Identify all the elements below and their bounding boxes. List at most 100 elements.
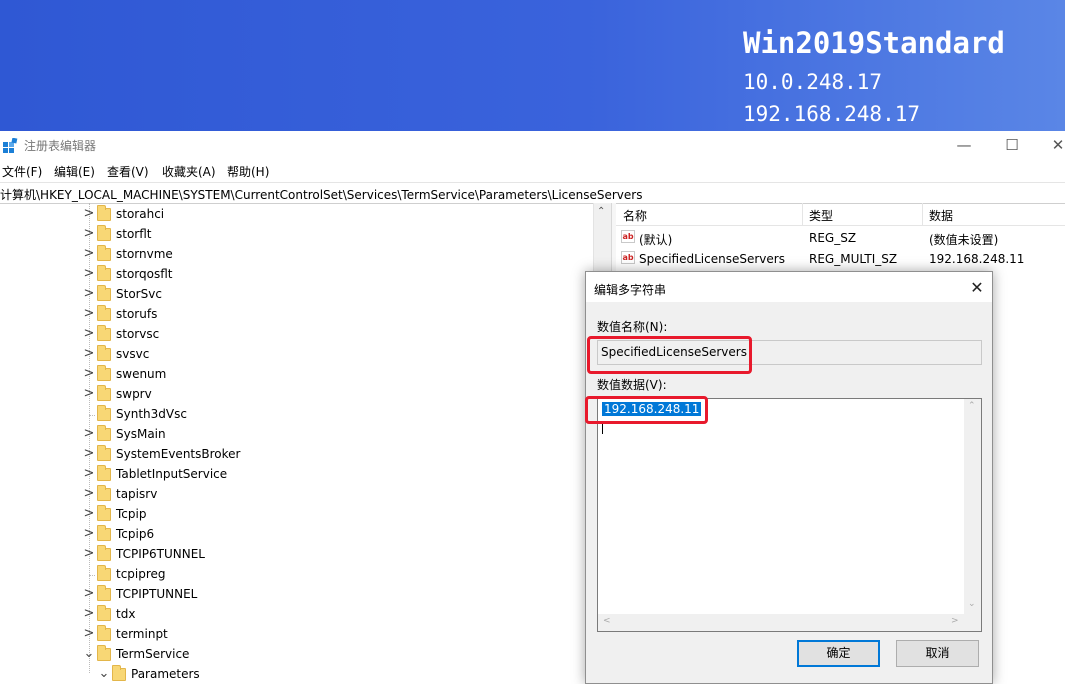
tree-item-label: storvsc <box>116 327 160 341</box>
chevron-down-icon[interactable]: ⌄ <box>98 667 110 681</box>
menu-edit[interactable]: 编辑(E) <box>54 163 95 180</box>
ok-button[interactable]: 确定 <box>797 640 880 667</box>
folder-icon <box>97 425 111 441</box>
folder-icon <box>97 285 111 301</box>
chevron-right-icon[interactable]: > <box>83 267 95 281</box>
textarea-horizontal-scrollbar[interactable]: < > <box>598 614 964 631</box>
folder-icon <box>97 245 111 261</box>
cancel-button[interactable]: 取消 <box>896 640 979 667</box>
menu-favorites[interactable]: 收藏夹(A) <box>162 163 216 180</box>
value-row-specifiedlicenseservers[interactable]: ab SpecifiedLicenseServers REG_MULTI_SZ … <box>616 248 1065 269</box>
highlight-box-value-name <box>587 336 752 374</box>
tree-item-label: SysMain <box>116 427 166 441</box>
highlight-box-value-data <box>585 396 708 424</box>
tree-item-label: terminpt <box>116 627 168 641</box>
chevron-right-icon[interactable]: > <box>83 547 95 561</box>
value-type: REG_SZ <box>809 231 857 245</box>
chevron-right-icon[interactable]: > <box>83 607 95 621</box>
chevron-right-icon[interactable]: > <box>83 527 95 541</box>
chevron-right-icon[interactable]: > <box>83 587 95 601</box>
menu-view[interactable]: 查看(V) <box>107 163 149 180</box>
folder-icon <box>97 365 111 381</box>
value-data-textarea[interactable]: 192.168.248.11 ⌃ ⌄ < > <box>597 398 982 632</box>
tree-item-label: SystemEventsBroker <box>116 447 241 461</box>
scroll-down-icon[interactable]: ⌄ <box>968 599 976 609</box>
value-data-label: 数值数据(V): <box>597 378 667 392</box>
tree-item-label: swprv <box>116 387 152 401</box>
chevron-right-icon[interactable]: > <box>83 427 95 441</box>
tree-item-label: storqosflt <box>116 267 173 281</box>
menu-help[interactable]: 帮助(H) <box>227 163 269 180</box>
desktop-background: Win2019Standard 10.0.248.17 192.168.248.… <box>0 0 1065 131</box>
column-type-header[interactable]: 类型 <box>809 207 833 224</box>
chevron-right-icon[interactable]: > <box>83 247 95 261</box>
bginfo-ip-secondary: 192.168.248.17 <box>743 102 921 126</box>
chevron-right-icon[interactable]: > <box>83 207 95 221</box>
value-name: (默认) <box>639 233 673 247</box>
bginfo-hostname: Win2019Standard <box>743 26 1005 60</box>
column-name-header[interactable]: 名称 <box>623 207 647 224</box>
tree-item-label: tcpipreg <box>116 567 166 581</box>
address-bar[interactable]: 计算机\HKEY_LOCAL_MACHINE\SYSTEM\CurrentCon… <box>0 182 1065 204</box>
chevron-right-icon[interactable]: > <box>83 367 95 381</box>
tree-item-label: StorSvc <box>116 287 162 301</box>
folder-icon <box>97 625 111 641</box>
folder-icon <box>97 205 111 221</box>
tree-item-label: storflt <box>116 227 152 241</box>
title-bar[interactable]: 注册表编辑器 — ☐ ✕ <box>0 131 1065 159</box>
column-separator[interactable] <box>922 203 923 225</box>
textarea-vertical-scrollbar[interactable]: ⌃ ⌄ <box>964 399 981 615</box>
chevron-right-icon[interactable]: > <box>83 507 95 521</box>
tree-item-label: Parameters <box>131 667 200 681</box>
folder-icon <box>97 605 111 621</box>
chevron-right-icon[interactable]: > <box>83 387 95 401</box>
scroll-left-icon[interactable]: < <box>603 616 611 626</box>
value-type: REG_MULTI_SZ <box>809 252 898 266</box>
key-tree[interactable]: > storahci > storflt > stornvme > storqosflt > St… <box>0 203 593 684</box>
folder-icon <box>97 585 111 601</box>
tree-item-label: tapisrv <box>116 487 158 501</box>
edit-multi-string-dialog: 编辑多字符串 ✕ 数值名称(N): SpecifiedLicenseServer… <box>585 271 993 684</box>
scroll-right-icon[interactable]: > <box>951 616 959 626</box>
menu-file[interactable]: 文件(F) <box>2 163 42 180</box>
tree-item-label: Tcpip6 <box>116 527 155 541</box>
chevron-right-icon[interactable]: > <box>83 627 95 641</box>
string-value-icon: ab <box>621 230 635 243</box>
tree-item-label: Tcpip <box>116 507 147 521</box>
chevron-right-icon[interactable]: > <box>83 447 95 461</box>
chevron-right-icon[interactable]: > <box>83 487 95 501</box>
address-path[interactable]: 计算机\HKEY_LOCAL_MACHINE\SYSTEM\CurrentCon… <box>0 186 642 203</box>
chevron-right-icon[interactable]: > <box>83 287 95 301</box>
folder-icon <box>97 465 111 481</box>
tree-item-label: TCPIP6TUNNEL <box>116 547 205 561</box>
maximize-button[interactable]: ☐ <box>989 131 1035 159</box>
folder-icon <box>97 305 111 321</box>
scroll-up-icon[interactable]: ⌃ <box>968 401 976 411</box>
folder-icon <box>97 385 111 401</box>
minimize-button[interactable]: — <box>941 131 987 159</box>
folder-icon <box>97 345 111 361</box>
scroll-up-icon[interactable]: ⌃ <box>597 206 605 217</box>
chevron-right-icon[interactable]: > <box>83 307 95 321</box>
window-title: 注册表编辑器 <box>24 139 97 153</box>
tree-connector-icon <box>89 575 95 576</box>
tree-item-label: TCPIPTUNNEL <box>116 587 198 601</box>
dialog-close-button[interactable]: ✕ <box>962 275 992 301</box>
column-separator[interactable] <box>802 203 803 225</box>
dialog-title: 编辑多字符串 <box>594 283 667 297</box>
chevron-right-icon[interactable]: > <box>83 467 95 481</box>
tree-connector-icon <box>89 415 95 416</box>
chevron-right-icon[interactable]: > <box>83 347 95 361</box>
chevron-right-icon[interactable]: > <box>83 227 95 241</box>
bginfo-ip-primary: 10.0.248.17 <box>743 70 883 94</box>
folder-icon <box>97 225 111 241</box>
value-row-default[interactable]: ab (默认) REG_SZ (数值未设置) <box>616 227 1065 248</box>
tree-item-label: Synth3dVsc <box>116 407 187 421</box>
chevron-right-icon[interactable]: > <box>83 327 95 341</box>
column-data-header[interactable]: 数据 <box>929 207 953 224</box>
folder-icon <box>97 325 111 341</box>
value-name: SpecifiedLicenseServers <box>639 252 785 266</box>
chevron-down-icon[interactable]: ⌄ <box>83 647 95 661</box>
tree-item-label: stornvme <box>116 247 173 261</box>
close-button[interactable]: ✕ <box>1035 131 1065 159</box>
